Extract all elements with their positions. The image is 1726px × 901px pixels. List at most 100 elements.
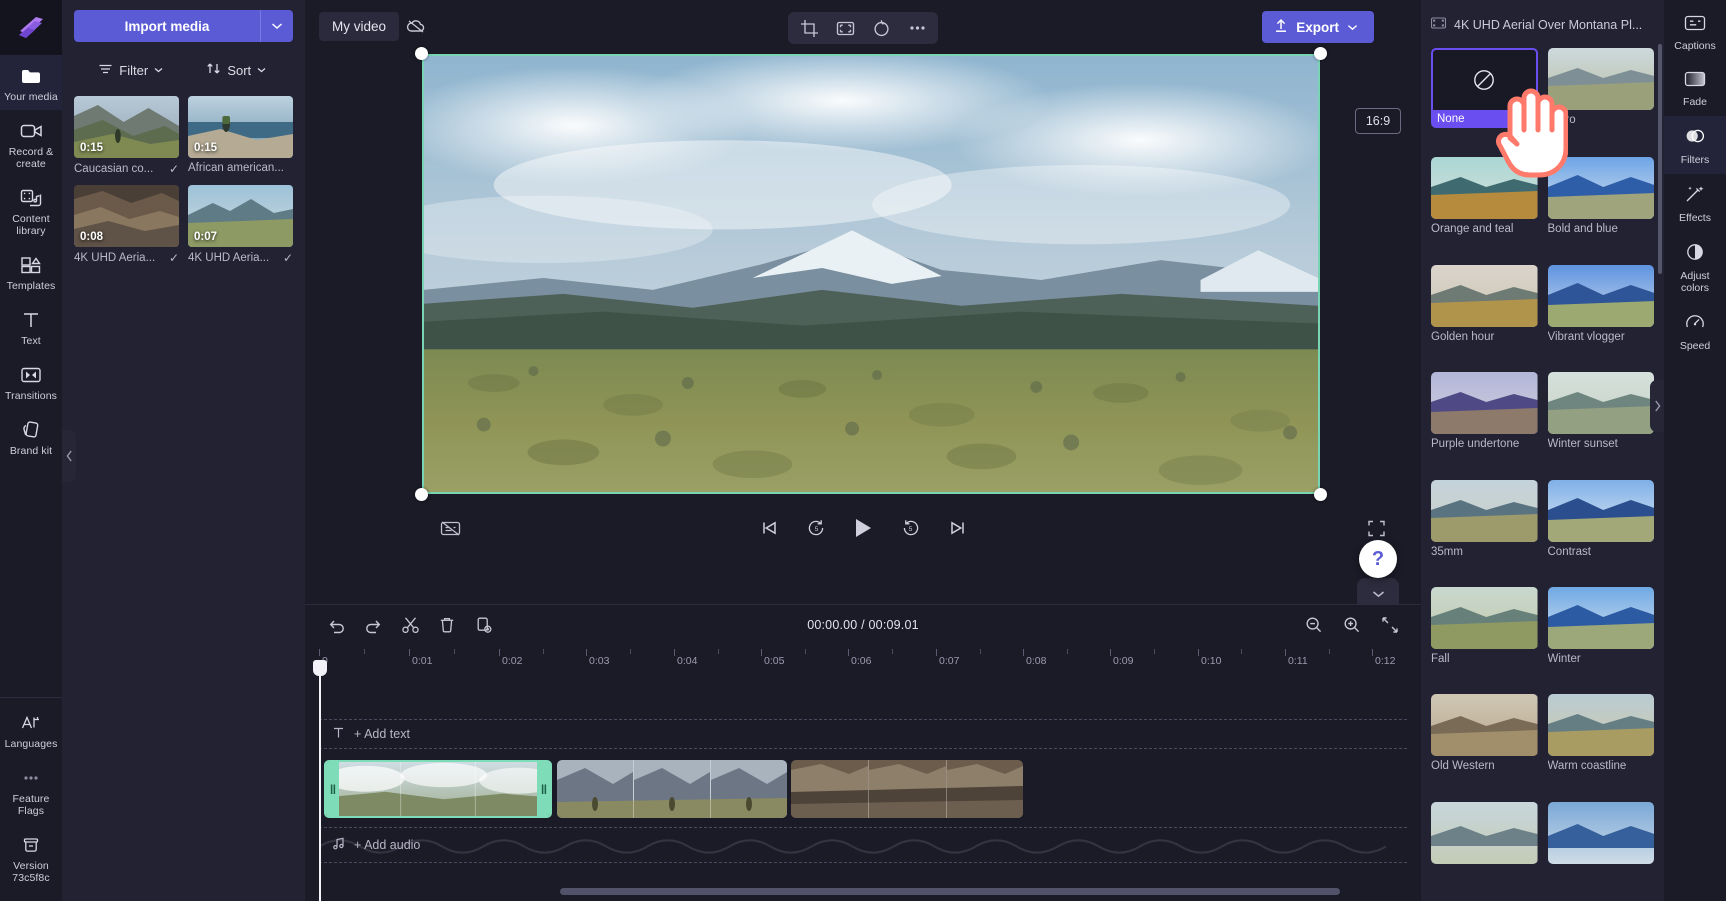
filter-option-bold-and-blue[interactable]: Bold and blue — [1547, 157, 1654, 254]
filter-thumbnail — [1431, 372, 1538, 435]
filter-option-warm-coastline[interactable]: Warm coastline — [1547, 694, 1654, 791]
properties-rail: Captions Fade Filters Effects Adjust col… — [1664, 0, 1726, 901]
rotate-icon — [873, 19, 889, 36]
split-button[interactable] — [393, 609, 427, 641]
filter-option-purple-undertone[interactable]: Purple undertone — [1431, 372, 1538, 469]
captions-toggle-button[interactable] — [433, 512, 467, 544]
prop-item-label: Captions — [1674, 40, 1716, 52]
crop-icon — [800, 19, 818, 37]
filter-option-35mm[interactable]: 35mm — [1431, 479, 1538, 577]
clip-trim-handle-right[interactable]: ‖ — [537, 762, 550, 816]
import-media-button[interactable]: Import media — [74, 10, 260, 42]
filter-option-old-western[interactable]: Old Western — [1431, 694, 1538, 791]
sidebar-item-transitions[interactable]: Transitions — [0, 354, 62, 409]
play-button[interactable] — [846, 512, 880, 544]
filter-option-vibrant-vlogger[interactable]: Vibrant vlogger — [1547, 264, 1654, 362]
text-icon — [332, 726, 345, 742]
fit-button[interactable] — [828, 12, 862, 44]
filter-option-orange-and-teal[interactable]: Orange and teal — [1431, 157, 1538, 254]
sidebar-item-text[interactable]: Text — [0, 299, 62, 354]
video-track: ‖ ‖ — [319, 760, 1407, 818]
resize-handle-top-right[interactable] — [1314, 47, 1327, 60]
collapse-filters-panel-button[interactable] — [1650, 380, 1664, 432]
prop-item-fade[interactable]: Fade — [1664, 60, 1726, 116]
sidebar-item-record-create[interactable]: Record & create — [0, 110, 62, 177]
prop-item-captions[interactable]: Captions — [1664, 4, 1726, 60]
filter-option-extra-a[interactable] — [1431, 801, 1538, 887]
import-media-dropdown-button[interactable] — [260, 10, 293, 42]
sidebar-item-templates[interactable]: Templates — [0, 244, 62, 299]
rewind-5s-button[interactable]: 5 — [799, 512, 833, 544]
video-stage[interactable] — [415, 47, 1327, 501]
sidebar-item-content-library[interactable]: Content library — [0, 177, 62, 244]
forward-5s-button[interactable]: 5 — [893, 512, 927, 544]
undo-button[interactable] — [319, 609, 353, 641]
resize-handle-bottom-right[interactable] — [1314, 488, 1327, 501]
sidebar-item-version[interactable]: Version 73c5f8c — [0, 824, 62, 891]
filter-option-golden-hour[interactable]: Golden hour — [1431, 264, 1538, 362]
filter-option-winter[interactable]: Winter — [1547, 586, 1654, 684]
media-item-footer: Caucasian co... ✓ — [74, 162, 179, 176]
sidebar-item-feature-flags[interactable]: Feature Flags — [0, 757, 62, 824]
sidebar-item-label: Version 73c5f8c — [12, 860, 50, 884]
more-options-button[interactable] — [900, 12, 934, 44]
filter-thumbnail — [1547, 264, 1654, 327]
prop-item-effects[interactable]: Effects — [1664, 174, 1726, 232]
filter-option-extra-b[interactable] — [1547, 801, 1654, 887]
duplicate-button[interactable] — [467, 609, 501, 641]
filter-option-winter-sunset[interactable]: Winter sunset — [1547, 372, 1654, 469]
filter-label: Filter — [119, 62, 149, 78]
cloud-off-button[interactable] — [399, 10, 433, 42]
clip-trim-handle-left[interactable]: ‖ — [326, 762, 339, 816]
filter-option-retro[interactable]: Retro — [1547, 48, 1654, 147]
filters-panel-scrollbar[interactable] — [1658, 44, 1662, 274]
add-audio-track[interactable]: + Add audio — [319, 827, 1407, 863]
prop-item-filters[interactable]: Filters — [1664, 116, 1726, 174]
media-item[interactable]: 0:07 4K UHD Aeria... ✓ — [188, 185, 293, 265]
export-button[interactable]: Export — [1262, 11, 1374, 43]
zoom-in-button[interactable] — [1335, 609, 1369, 641]
timeline-ruler[interactable]: 0 0:01 0:02 0:03 0:04 0:05 0:06 0:07 0:0… — [319, 645, 1407, 671]
resize-handle-bottom-left[interactable] — [415, 488, 428, 501]
filter-thumbnail — [1431, 479, 1538, 542]
skip-to-end-button[interactable] — [940, 512, 974, 544]
redo-icon — [365, 620, 380, 633]
sort-button[interactable]: Sort — [184, 56, 290, 84]
playhead-handle[interactable] — [313, 660, 327, 676]
delete-button[interactable] — [430, 609, 464, 641]
timeline-clip[interactable] — [557, 760, 787, 818]
timeline-horizontal-scrollbar[interactable] — [560, 888, 1340, 895]
prop-item-speed[interactable]: Speed — [1664, 302, 1726, 360]
filter-thumbnail — [1547, 801, 1654, 864]
resize-handle-top-left[interactable] — [415, 47, 428, 60]
sidebar-item-your-media[interactable]: Your media — [0, 55, 62, 110]
sidebar-item-languages[interactable]: Languages — [0, 702, 62, 757]
timeline-clip[interactable]: ‖ ‖ — [324, 760, 552, 818]
aspect-ratio-badge[interactable]: 16:9 — [1355, 108, 1401, 134]
filter-option-none[interactable]: None — [1431, 48, 1538, 147]
crop-button[interactable] — [792, 12, 826, 44]
ruler-label: 0:11 — [1288, 655, 1308, 667]
redo-button[interactable] — [356, 609, 390, 641]
help-button[interactable]: ? — [1359, 540, 1397, 578]
filter-option-contrast[interactable]: Contrast — [1547, 479, 1654, 577]
media-item[interactable]: 0:08 4K UHD Aeria... ✓ — [74, 185, 179, 265]
playhead[interactable] — [313, 660, 327, 901]
skip-to-start-button[interactable] — [752, 512, 786, 544]
video-name-button[interactable]: My video — [319, 11, 400, 41]
sort-label: Sort — [227, 62, 252, 78]
rotate-button[interactable] — [864, 12, 898, 44]
collapse-media-panel-button[interactable] — [62, 430, 76, 482]
timeline-clip[interactable] — [791, 760, 1023, 818]
left-navigation-rail: Your media Record & create Content libra… — [0, 0, 62, 901]
zoom-out-button[interactable] — [1297, 609, 1331, 641]
sidebar-item-brand-kit[interactable]: Brand kit — [0, 409, 62, 464]
filter-option-fall[interactable]: Fall — [1431, 586, 1538, 684]
media-item[interactable]: 0:15 Caucasian co... ✓ — [74, 96, 179, 176]
filter-button[interactable]: Filter — [78, 56, 184, 84]
prop-item-adjust-colors[interactable]: Adjust colors — [1664, 232, 1726, 302]
add-text-track[interactable]: + Add text — [319, 719, 1407, 749]
sidebar-item-label: Languages — [4, 738, 58, 750]
media-item[interactable]: 0:15 African american... — [188, 96, 293, 176]
fit-timeline-button[interactable] — [1373, 609, 1407, 641]
